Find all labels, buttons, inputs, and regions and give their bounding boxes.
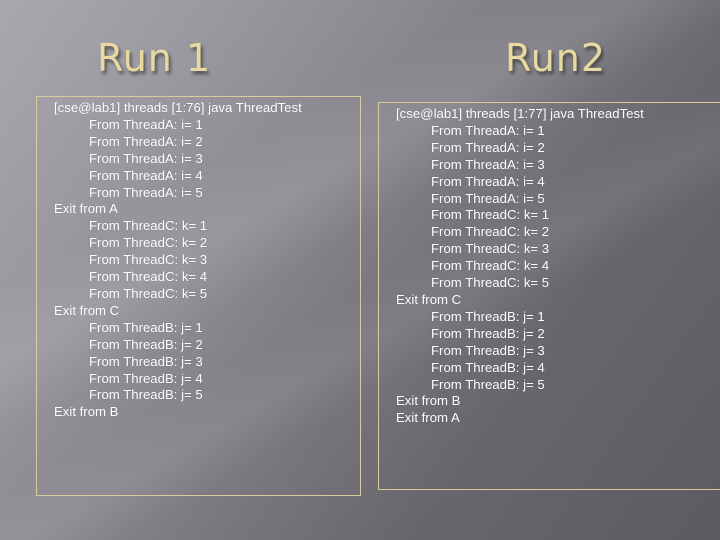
output-line-indented: From ThreadC: k= 2: [431, 224, 550, 240]
output-line-indented: From ThreadC: k= 3: [431, 241, 550, 257]
output-line-indented: From ThreadA: i= 1: [89, 116, 203, 132]
output-line: Exit from B: [54, 404, 119, 420]
output-line-indented: From ThreadB: j= 3: [89, 353, 203, 369]
output-line: [cse@lab1] threads [1:76] java ThreadTes…: [54, 100, 302, 115]
output-line-indented: From ThreadA: i= 3: [431, 156, 545, 172]
run-2-output-box: [cse@lab1] threads [1:77] java ThreadTes…: [378, 102, 720, 490]
run-1-title: Run 1: [97, 36, 212, 80]
output-line-indented: From ThreadA: i= 2: [431, 139, 545, 155]
output-line: Exit from A: [396, 410, 460, 426]
output-line: Exit from B: [396, 393, 461, 409]
output-line: [cse@lab1] threads [1:77] java ThreadTes…: [396, 106, 644, 121]
output-line-indented: From ThreadA: i= 3: [89, 150, 203, 166]
output-line-indented: From ThreadC: k= 4: [431, 258, 550, 274]
output-line-indented: From ThreadC: k= 4: [89, 269, 208, 285]
output-line: Exit from A: [54, 201, 118, 217]
output-line: Exit from C: [54, 302, 120, 318]
output-line-indented: From ThreadB: j= 4: [89, 370, 203, 386]
output-line-indented: From ThreadB: j= 2: [89, 336, 203, 352]
output-line-indented: From ThreadB: j= 3: [431, 342, 545, 358]
output-line-indented: From ThreadB: j= 1: [431, 308, 545, 324]
output-line-indented: From ThreadA: i= 2: [89, 133, 203, 149]
output-line-indented: From ThreadB: j= 5: [431, 376, 545, 392]
output-line-indented: From ThreadC: k= 5: [89, 285, 208, 301]
output-line-indented: From ThreadC: k= 1: [89, 218, 208, 234]
output-line-indented: From ThreadB: j= 4: [431, 359, 545, 375]
output-line: Exit from C: [396, 291, 462, 307]
output-line-indented: From ThreadA: i= 4: [431, 173, 545, 189]
output-line-indented: From ThreadA: i= 5: [89, 184, 203, 200]
output-line-indented: From ThreadB: j= 1: [89, 319, 203, 335]
output-line-indented: From ThreadA: i= 1: [431, 122, 545, 138]
output-line-indented: From ThreadC: k= 1: [431, 207, 550, 223]
output-line-indented: From ThreadB: j= 5: [89, 387, 203, 403]
output-line-indented: From ThreadA: i= 5: [431, 190, 545, 206]
output-line-indented: From ThreadC: k= 5: [431, 275, 550, 291]
output-line-indented: From ThreadC: k= 2: [89, 235, 208, 251]
run-2-title: Run2: [505, 36, 607, 80]
output-line-indented: From ThreadB: j= 2: [431, 325, 545, 341]
output-line-indented: From ThreadC: k= 3: [89, 252, 208, 268]
run-1-output-box: [cse@lab1] threads [1:76] java ThreadTes…: [36, 96, 361, 496]
output-line-indented: From ThreadA: i= 4: [89, 167, 203, 183]
